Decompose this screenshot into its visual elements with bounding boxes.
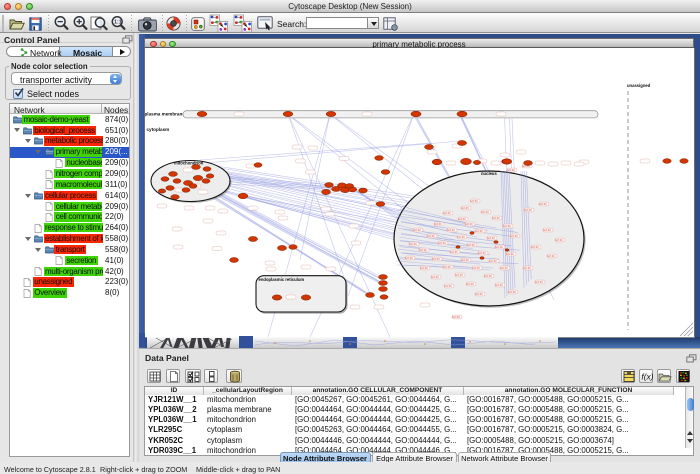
svg-text:GO:00: GO:00 [524, 208, 532, 212]
svg-text:GO:00: GO:00 [409, 242, 417, 246]
svg-text:1:1: 1:1 [114, 20, 122, 26]
svg-text:GO:00: GO:00 [466, 282, 474, 286]
svg-text:GO:00: GO:00 [465, 222, 473, 226]
svg-text:GO:00: GO:00 [555, 238, 563, 242]
svg-text:GO:00: GO:00 [443, 265, 451, 269]
svg-text:mitochondrion: mitochondrion [174, 161, 204, 166]
svg-text:GO:00: GO:00 [405, 256, 413, 260]
svg-text:GO:00: GO:00 [503, 224, 511, 228]
svg-text:GO:00: GO:00 [444, 284, 452, 288]
svg-text:GO:00: GO:00 [475, 292, 483, 296]
svg-text:GO:00: GO:00 [450, 250, 458, 254]
svg-text:GO:00: GO:00 [510, 234, 518, 238]
svg-text:GO:00: GO:00 [434, 222, 442, 226]
svg-text:GO:00: GO:00 [543, 228, 551, 232]
svg-text:GO:00: GO:00 [478, 251, 486, 255]
svg-text:GO:00: GO:00 [484, 274, 492, 278]
svg-text:GO:00: GO:00 [461, 258, 469, 262]
svg-text:GO:00: GO:00 [438, 241, 446, 245]
svg-text:GO:00: GO:00 [467, 243, 475, 247]
svg-text:nucleus: nucleus [481, 171, 497, 176]
svg-text:GO:00: GO:00 [487, 236, 495, 240]
svg-text:GO:00: GO:00 [547, 254, 555, 258]
svg-text:GO:00: GO:00 [531, 245, 539, 249]
svg-text:GO:00: GO:00 [523, 266, 531, 270]
svg-text:GO:00: GO:00 [500, 266, 508, 270]
svg-text:f(x): f(x) [641, 372, 653, 382]
svg-text:GO:00: GO:00 [452, 315, 460, 319]
svg-text:GO:00: GO:00 [443, 211, 451, 215]
svg-text:GO:00: GO:00 [492, 216, 500, 220]
svg-text:GO:00: GO:00 [427, 234, 435, 238]
svg-text:plasma membrane: plasma membrane [145, 112, 186, 117]
svg-text:GO:00: GO:00 [539, 202, 547, 206]
svg-text:GO:00: GO:00 [432, 257, 440, 261]
svg-text:GO:00: GO:00 [489, 259, 497, 263]
svg-text:GO:00: GO:00 [507, 168, 515, 172]
svg-text:GO:00: GO:00 [472, 266, 480, 270]
svg-text:GO:00: GO:00 [535, 280, 543, 284]
svg-text:endoplasmic reticulum: endoplasmic reticulum [259, 277, 305, 282]
svg-text:unassigned: unassigned [627, 83, 651, 88]
svg-text:GO:00: GO:00 [455, 273, 463, 277]
svg-text:GO:00: GO:00 [470, 199, 478, 203]
svg-text:cytoplasm: cytoplasm [147, 127, 170, 132]
svg-text:GO:00: GO:00 [413, 228, 421, 232]
svg-text:GO:00: GO:00 [458, 217, 466, 221]
svg-text:GO:00: GO:00 [447, 228, 455, 232]
svg-text:GO:00: GO:00 [508, 290, 516, 294]
svg-text:GO:00: GO:00 [481, 210, 489, 214]
svg-text:GO:00: GO:00 [420, 266, 428, 270]
svg-text:GO:00: GO:00 [506, 252, 514, 256]
svg-text:GO:00: GO:00 [495, 283, 503, 287]
svg-text:GO:00: GO:00 [461, 206, 469, 210]
svg-text:GO:00: GO:00 [419, 248, 427, 252]
svg-text:GO:00: GO:00 [457, 235, 465, 239]
svg-text:GO:00: GO:00 [495, 245, 503, 249]
svg-text:GO:00: GO:00 [431, 275, 439, 279]
svg-text:GO:00: GO:00 [475, 229, 483, 233]
